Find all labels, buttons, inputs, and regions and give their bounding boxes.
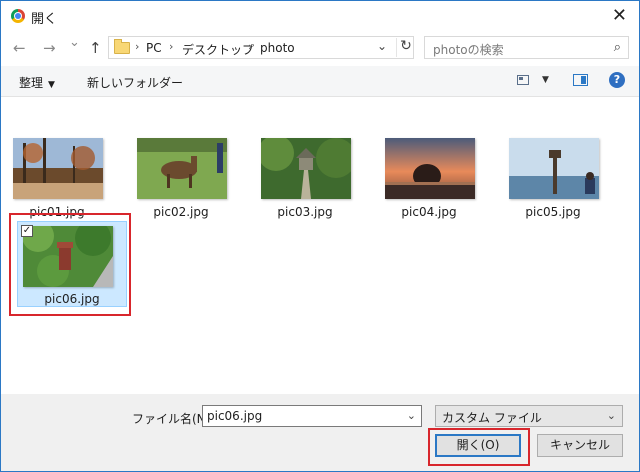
dialog-footer: ファイル名(N): pic06.jpg ⌄ カスタム ファイル ⌄ 開く(O) … xyxy=(1,394,639,471)
filetype-select[interactable]: カスタム ファイル ⌄ xyxy=(435,405,623,427)
folder-icon xyxy=(114,39,130,54)
file-name: pic05.jpg xyxy=(525,205,581,219)
highlight-frame xyxy=(9,213,131,316)
forward-arrow-icon[interactable]: → xyxy=(43,39,56,57)
thumbnail-image xyxy=(509,138,599,199)
navigation-bar: ← → ⌄ ↑ › PC › デスクトップ › photo ⌄ ↻ photoの… xyxy=(1,32,639,66)
up-arrow-icon[interactable]: ↑ xyxy=(89,39,102,57)
search-icon[interactable]: ⌕ xyxy=(614,40,621,55)
file-item[interactable]: pic02.jpg xyxy=(126,138,236,220)
file-item[interactable]: pic01.jpg xyxy=(2,138,112,220)
thumbnail-image xyxy=(261,138,351,199)
command-bar: 整理 ▼ 新しいフォルダー ▼ ? xyxy=(1,66,639,97)
caret-down-icon: ▼ xyxy=(48,80,55,90)
breadcrumb-separator-icon: › xyxy=(169,40,174,53)
file-name: pic03.jpg xyxy=(277,205,333,219)
preview-pane-icon[interactable] xyxy=(573,74,588,86)
back-arrow-icon[interactable]: ← xyxy=(13,39,26,57)
help-icon[interactable]: ? xyxy=(609,72,625,88)
open-dialog: 開く ✕ ← → ⌄ ↑ › PC › デスクトップ › photo ⌄ ↻ p… xyxy=(0,0,640,472)
file-name: pic02.jpg xyxy=(153,205,209,219)
breadcrumb-photo[interactable]: photo xyxy=(260,41,295,55)
title-bar: 開く ✕ xyxy=(1,1,639,32)
chevron-down-icon[interactable]: ⌄ xyxy=(377,39,387,53)
cancel-button[interactable]: キャンセル xyxy=(537,434,623,457)
thumbnail-image xyxy=(385,138,475,199)
refresh-icon[interactable]: ↻ xyxy=(396,38,415,57)
recent-locations-icon[interactable]: ⌄ xyxy=(69,35,80,50)
filename-input[interactable]: pic06.jpg ⌄ xyxy=(202,405,422,427)
organize-button[interactable]: 整理 ▼ xyxy=(19,74,55,91)
filename-value: pic06.jpg xyxy=(207,409,263,423)
chevron-down-icon[interactable]: ⌄ xyxy=(407,409,416,422)
file-item[interactable]: pic04.jpg xyxy=(374,138,484,220)
breadcrumb-separator-icon: › xyxy=(135,40,140,53)
search-placeholder: photoの検索 xyxy=(433,43,504,57)
chevron-down-icon: ⌄ xyxy=(606,409,616,422)
file-list: pic01.jpg pic02.jpg pic03.jpg pic04.jpg … xyxy=(1,97,639,394)
file-item[interactable]: pic05.jpg xyxy=(498,138,608,220)
view-options-icon[interactable] xyxy=(517,75,529,85)
thumbnail-image xyxy=(137,138,227,199)
breadcrumb-desktop[interactable]: デスクトップ xyxy=(182,41,254,58)
search-box[interactable]: photoの検索 ⌕ xyxy=(424,36,629,59)
thumbnail-image xyxy=(13,138,103,199)
file-name: pic04.jpg xyxy=(401,205,457,219)
organize-label: 整理 xyxy=(19,76,44,90)
chrome-icon xyxy=(11,9,25,23)
close-icon[interactable]: ✕ xyxy=(612,5,627,26)
address-bar[interactable]: › PC › デスクトップ › photo ⌄ ↻ xyxy=(108,36,414,59)
breadcrumb-separator-icon: › xyxy=(248,40,253,53)
file-item[interactable]: pic03.jpg xyxy=(250,138,360,220)
breadcrumb-pc[interactable]: PC xyxy=(146,41,162,55)
window-title: 開く xyxy=(31,12,58,27)
caret-down-icon[interactable]: ▼ xyxy=(542,75,549,85)
filetype-value: カスタム ファイル xyxy=(442,411,542,425)
new-folder-button[interactable]: 新しいフォルダー xyxy=(87,74,183,91)
highlight-frame xyxy=(428,428,530,466)
